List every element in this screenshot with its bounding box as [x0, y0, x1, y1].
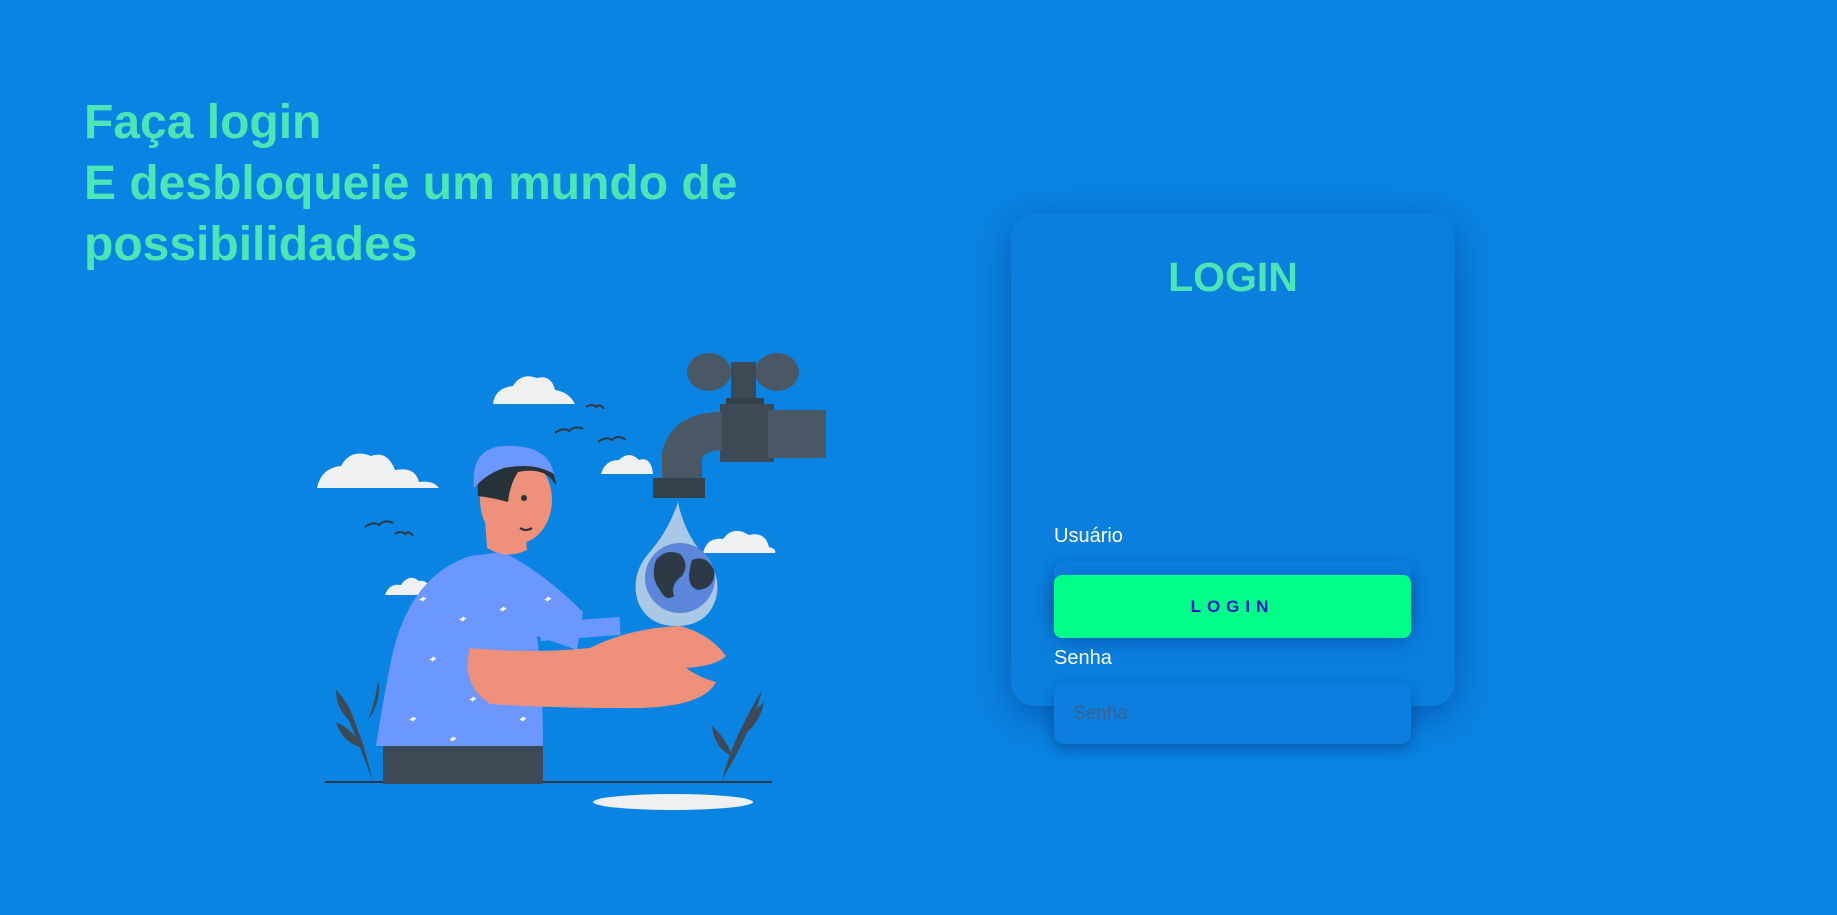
headline-line-2: E desbloqueie um mundo de [84, 157, 738, 210]
username-label: Usuário [1054, 525, 1123, 547]
water-tap-illustration-icon [317, 353, 826, 810]
headline: Faça login E desbloqueie um mundo de pos… [84, 92, 844, 275]
password-input[interactable] [1054, 683, 1411, 744]
faucet-icon [653, 353, 826, 498]
login-title: LOGIN [1168, 254, 1298, 300]
headline-line-3: possibilidades [84, 218, 418, 271]
login-page: Faça login E desbloqueie um mundo de pos… [0, 0, 1837, 915]
globe-drop-icon [635, 502, 718, 626]
login-button[interactable]: LOGIN [1054, 575, 1411, 638]
login-card: LOGIN Usuário Senha LOGIN [1011, 213, 1455, 744]
headline-line-1: Faça login [84, 96, 322, 149]
password-label: Senha [1054, 647, 1112, 669]
